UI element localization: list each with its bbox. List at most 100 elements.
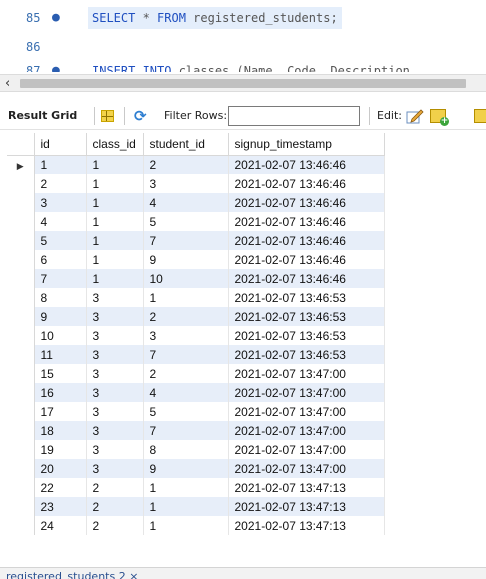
table-row[interactable]: 19 3 8 2021-02-07 13:47:00: [7, 440, 385, 459]
cell-id[interactable]: 6: [34, 250, 87, 269]
row-header[interactable]: [7, 174, 35, 193]
filter-rows-input[interactable]: [228, 106, 360, 126]
row-header[interactable]: [7, 459, 35, 478]
column-header-student-id[interactable]: student_id: [143, 133, 229, 156]
row-header[interactable]: [7, 250, 35, 269]
cell-signup-timestamp[interactable]: 2021-02-07 13:47:00: [228, 421, 385, 440]
grid-view-icon[interactable]: [101, 110, 114, 122]
code-line-86[interactable]: 86: [0, 36, 486, 58]
table-row[interactable]: 5 1 7 2021-02-07 13:46:46: [7, 231, 385, 250]
code-line-85[interactable]: 85 ● SELECT * FROM registered_students;: [0, 7, 486, 29]
table-row[interactable]: 20 3 9 2021-02-07 13:47:00: [7, 459, 385, 478]
table-row[interactable]: 18 3 7 2021-02-07 13:47:00: [7, 421, 385, 440]
cell-id[interactable]: 20: [34, 459, 87, 478]
table-row[interactable]: 11 3 7 2021-02-07 13:46:53: [7, 345, 385, 364]
cell-student-id[interactable]: 1: [143, 516, 229, 535]
table-row[interactable]: 3 1 4 2021-02-07 13:46:46: [7, 193, 385, 212]
cell-student-id[interactable]: 2: [143, 155, 229, 174]
cell-id[interactable]: 2: [34, 174, 87, 193]
cell-signup-timestamp[interactable]: 2021-02-07 13:46:46: [228, 269, 385, 288]
cell-student-id[interactable]: 2: [143, 364, 229, 383]
cell-id[interactable]: 4: [34, 212, 87, 231]
refresh-icon[interactable]: ⟳: [134, 102, 147, 130]
table-row[interactable]: 8 3 1 2021-02-07 13:46:53: [7, 288, 385, 307]
cell-id[interactable]: 7: [34, 269, 87, 288]
cell-class-id[interactable]: 3: [86, 459, 144, 478]
table-row[interactable]: 2 1 3 2021-02-07 13:46:46: [7, 174, 385, 193]
table-row[interactable]: 9 3 2 2021-02-07 13:46:53: [7, 307, 385, 326]
cell-signup-timestamp[interactable]: 2021-02-07 13:47:00: [228, 440, 385, 459]
cell-class-id[interactable]: 1: [86, 250, 144, 269]
cell-id[interactable]: 17: [34, 402, 87, 421]
row-header[interactable]: [7, 212, 35, 231]
cell-class-id[interactable]: 3: [86, 402, 144, 421]
table-row[interactable]: 24 2 1 2021-02-07 13:47:13: [7, 516, 385, 535]
breakpoint-dot-icon[interactable]: ●: [52, 60, 60, 72]
cell-class-id[interactable]: 3: [86, 421, 144, 440]
cell-signup-timestamp[interactable]: 2021-02-07 13:47:00: [228, 383, 385, 402]
result-grid[interactable]: id class_id student_id signup_timestamp …: [7, 133, 486, 567]
cell-id[interactable]: 9: [34, 307, 87, 326]
cell-student-id[interactable]: 7: [143, 231, 229, 250]
cell-student-id[interactable]: 7: [143, 421, 229, 440]
cell-class-id[interactable]: 3: [86, 288, 144, 307]
cell-class-id[interactable]: 3: [86, 364, 144, 383]
row-header[interactable]: [7, 440, 35, 459]
delete-row-icon[interactable]: [474, 109, 486, 123]
cell-class-id[interactable]: 2: [86, 478, 144, 497]
cell-student-id[interactable]: 1: [143, 497, 229, 516]
breakpoint-dot-icon[interactable]: ●: [52, 7, 60, 29]
cell-class-id[interactable]: 3: [86, 326, 144, 345]
cell-signup-timestamp[interactable]: 2021-02-07 13:46:53: [228, 288, 385, 307]
cell-id[interactable]: 1: [34, 155, 87, 174]
cell-id[interactable]: 24: [34, 516, 87, 535]
cell-signup-timestamp[interactable]: 2021-02-07 13:47:00: [228, 459, 385, 478]
horizontal-scrollbar[interactable]: ‹: [0, 74, 486, 92]
scrollbar-thumb[interactable]: [20, 79, 466, 88]
cell-id[interactable]: 23: [34, 497, 87, 516]
row-header-corner[interactable]: [7, 133, 35, 156]
cell-id[interactable]: 8: [34, 288, 87, 307]
row-header[interactable]: [7, 364, 35, 383]
cell-signup-timestamp[interactable]: 2021-02-07 13:46:46: [228, 250, 385, 269]
table-row[interactable]: 17 3 5 2021-02-07 13:47:00: [7, 402, 385, 421]
cell-signup-timestamp[interactable]: 2021-02-07 13:46:46: [228, 212, 385, 231]
column-header-signup-timestamp[interactable]: signup_timestamp: [228, 133, 385, 156]
row-header[interactable]: [7, 269, 35, 288]
cell-id[interactable]: 3: [34, 193, 87, 212]
row-header[interactable]: [7, 402, 35, 421]
cell-class-id[interactable]: 1: [86, 193, 144, 212]
cell-student-id[interactable]: 1: [143, 288, 229, 307]
cell-signup-timestamp[interactable]: 2021-02-07 13:46:53: [228, 345, 385, 364]
cell-class-id[interactable]: 1: [86, 212, 144, 231]
row-header[interactable]: [7, 478, 35, 497]
cell-class-id[interactable]: 2: [86, 516, 144, 535]
cell-student-id[interactable]: 3: [143, 174, 229, 193]
cell-signup-timestamp[interactable]: 2021-02-07 13:47:13: [228, 497, 385, 516]
cell-id[interactable]: 11: [34, 345, 87, 364]
cell-class-id[interactable]: 3: [86, 345, 144, 364]
cell-id[interactable]: 19: [34, 440, 87, 459]
cell-class-id[interactable]: 1: [86, 269, 144, 288]
cell-class-id[interactable]: 3: [86, 440, 144, 459]
table-row[interactable]: 16 3 4 2021-02-07 13:47:00: [7, 383, 385, 402]
table-row[interactable]: ▶ 1 1 2 2021-02-07 13:46:46: [7, 155, 385, 174]
cell-class-id[interactable]: 3: [86, 307, 144, 326]
row-header[interactable]: [7, 516, 35, 535]
row-header[interactable]: [7, 307, 35, 326]
sql-editor[interactable]: 85 ● SELECT * FROM registered_students; …: [0, 0, 486, 72]
code-line-87[interactable]: 87 ● INSERT INTO classes (Name, Code, De…: [0, 60, 486, 72]
row-header[interactable]: [7, 383, 35, 402]
cell-class-id[interactable]: 1: [86, 155, 144, 174]
cell-id[interactable]: 5: [34, 231, 87, 250]
column-header-id[interactable]: id: [34, 133, 87, 156]
table-row[interactable]: 22 2 1 2021-02-07 13:47:13: [7, 478, 385, 497]
cell-student-id[interactable]: 5: [143, 212, 229, 231]
cell-signup-timestamp[interactable]: 2021-02-07 13:46:46: [228, 231, 385, 250]
row-header[interactable]: [7, 326, 35, 345]
cell-student-id[interactable]: 7: [143, 345, 229, 364]
cell-id[interactable]: 10: [34, 326, 87, 345]
cell-student-id[interactable]: 5: [143, 402, 229, 421]
cell-student-id[interactable]: 8: [143, 440, 229, 459]
table-row[interactable]: 4 1 5 2021-02-07 13:46:46: [7, 212, 385, 231]
